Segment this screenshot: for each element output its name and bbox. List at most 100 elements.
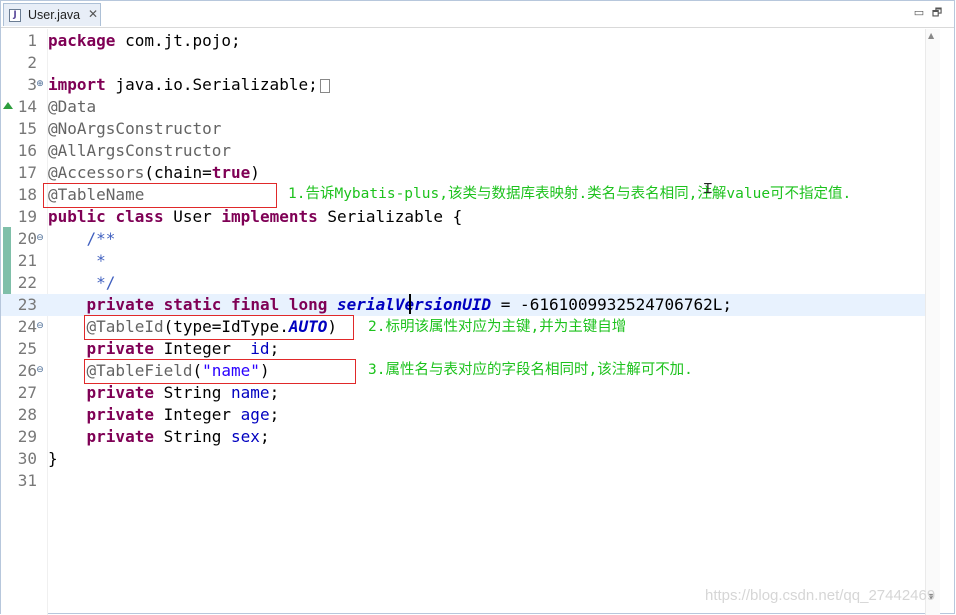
line-number: 22 (17, 273, 37, 292)
annotation-note-1: 1.告诉Mybatis-plus,该类与数据库表映射.类名与表名相同,注解val… (288, 186, 852, 202)
highlight-box-tablefield (84, 359, 356, 384)
line-number: 1 (27, 31, 37, 50)
code-line[interactable]: 1 package com.jt.pojo; (1, 30, 925, 52)
keyword: package (48, 31, 116, 50)
code-line[interactable]: 22 */ (1, 272, 925, 294)
code-text: ; (259, 427, 270, 446)
code-text: ; (269, 383, 280, 402)
code-line[interactable]: 27 private String name; (1, 382, 925, 404)
keyword: import (48, 75, 106, 94)
field-name: name (231, 383, 270, 402)
line-number: 23 (17, 295, 37, 314)
code-text: String (153, 383, 232, 402)
highlight-box-tableid (84, 315, 354, 340)
keyword: true (211, 163, 251, 182)
line-number: 18 (17, 185, 37, 204)
line-number: 3 (27, 75, 37, 94)
code-text: ) (250, 163, 260, 182)
line-number: 27 (17, 383, 37, 402)
code-text: Integer (153, 405, 241, 424)
annotation: @Data (48, 97, 97, 116)
line-number: 19 (17, 207, 37, 226)
code-text: Integer (153, 339, 251, 358)
line-number: 20 (17, 229, 37, 248)
fold-collapse-icon[interactable]: ⊖ (35, 321, 45, 331)
line-number: 24 (17, 317, 37, 336)
vertical-scrollbar[interactable]: ▲ ▼ (925, 29, 940, 615)
java-file-icon: J (9, 9, 21, 22)
code-line[interactable]: 31 (1, 470, 925, 492)
keyword: public (48, 207, 106, 226)
annotation: @Accessors (48, 163, 145, 182)
code-line[interactable]: 3 ⊕ import java.io.Serializable; (1, 74, 925, 96)
code-line[interactable]: 2 (1, 52, 925, 74)
highlight-box-tablename (43, 183, 277, 208)
code-line[interactable]: 20 ⊖ /** (1, 228, 925, 250)
line-number: 26 (17, 361, 37, 380)
keyword: class (115, 207, 164, 226)
keyword: private (86, 405, 154, 424)
field-name: id (250, 339, 270, 358)
code-line[interactable]: 28 private Integer age; (1, 404, 925, 426)
keyword: private (86, 339, 154, 358)
comment: */ (48, 273, 116, 292)
keyword: private (86, 295, 154, 314)
keyword: implements (221, 207, 318, 226)
line-number: 25 (17, 339, 37, 358)
maximize-icon[interactable]: 🗗 (930, 6, 944, 20)
line-number: 14 (17, 97, 37, 116)
annotation: @NoArgsConstructor (48, 119, 222, 138)
line-number: 31 (17, 471, 37, 490)
keyword: long (288, 295, 328, 314)
code-line[interactable]: 15 @NoArgsConstructor (1, 118, 925, 140)
code-line[interactable]: 21 * (1, 250, 925, 272)
tab-title: User.java (28, 8, 81, 22)
keyword: static (163, 295, 222, 314)
comment: /** (48, 229, 116, 248)
line-number: 21 (17, 251, 37, 270)
code-line[interactable]: 25 private Integer id; (1, 338, 925, 360)
static-field: serialVersionUID (337, 295, 492, 314)
watermark: https://blog.csdn.net/qq_27442469 (705, 587, 936, 604)
fold-collapse-icon[interactable]: ⊖ (35, 233, 45, 243)
editor-window: J User.java ✕ ▭ 🗗 1 package com.jt.pojo;… (0, 0, 955, 615)
code-line[interactable]: 30 } (1, 448, 925, 470)
line-number: 15 (17, 119, 37, 138)
field-name: sex (231, 427, 260, 446)
code-text: } (48, 449, 58, 468)
annotation: @AllArgsConstructor (48, 141, 232, 160)
line-number: 29 (17, 427, 37, 446)
minimize-icon[interactable]: ▭ (912, 6, 926, 20)
code-text: ; (269, 339, 280, 358)
line-number: 2 (27, 53, 37, 72)
code-text: java.io.Serializable; (105, 75, 318, 94)
code-line[interactable]: 16 @AllArgsConstructor (1, 140, 925, 162)
code-text: = -6161009932524706762L; (491, 295, 732, 314)
line-number: 30 (17, 449, 37, 468)
code-line[interactable]: 19 public class User implements Serializ… (1, 206, 925, 228)
collapsed-imports-icon[interactable] (319, 78, 330, 93)
code-line[interactable]: 29 private String sex; (1, 426, 925, 448)
editor-tabbar: J User.java ✕ ▭ 🗗 (1, 1, 954, 28)
code-line[interactable]: 14 @Data (1, 96, 925, 118)
code-text: com.jt.pojo; (115, 31, 241, 50)
close-icon[interactable]: ✕ (88, 7, 98, 21)
line-number: 17 (17, 163, 37, 182)
scroll-up-icon[interactable]: ▲ (928, 31, 934, 40)
code-text: String (153, 427, 232, 446)
code-line-current[interactable]: 23 private static final long serialVersi… (1, 294, 925, 316)
keyword: final (231, 295, 280, 314)
comment: * (48, 251, 106, 270)
tab-user-java[interactable]: J User.java ✕ (3, 3, 101, 26)
keyword: private (86, 383, 154, 402)
code-text: Serializable { (317, 207, 463, 226)
annotation-note-3: 3.属性名与表对应的字段名相同时,该注解可不加. (368, 362, 693, 378)
fold-expand-icon[interactable]: ⊕ (35, 79, 45, 89)
ibeam-cursor-icon: Ɪ (704, 181, 712, 197)
code-text: ; (269, 405, 280, 424)
code-line[interactable]: 17 @Accessors(chain=true) (1, 162, 925, 184)
fold-collapse-icon[interactable]: ⊖ (35, 365, 45, 375)
code-text: User (163, 207, 222, 226)
line-number: 28 (17, 405, 37, 424)
line-number: 16 (17, 141, 37, 160)
